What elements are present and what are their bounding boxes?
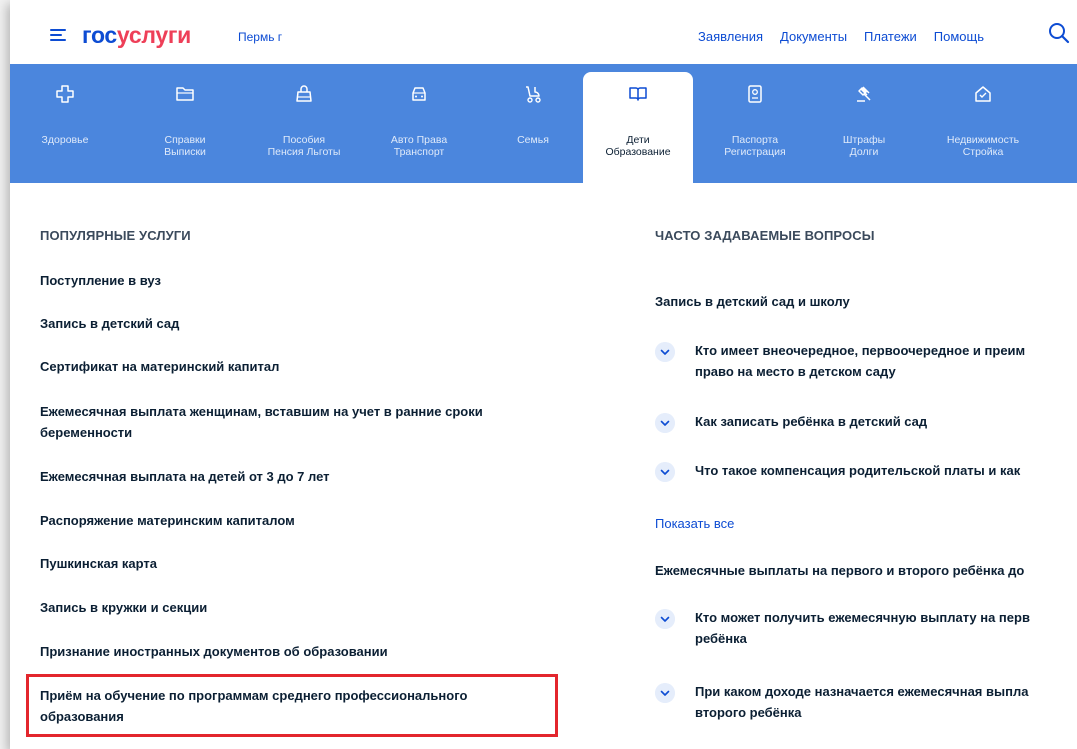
service-pregnancy-payment[interactable]: Ежемесячная выплата женщинам, вставшим н… bbox=[40, 401, 570, 443]
category-sublabel: Транспорт bbox=[393, 146, 445, 158]
top-nav: Заявления Документы Платежи Помощь bbox=[698, 29, 984, 44]
category-certificates[interactable]: Справки Выписки bbox=[130, 64, 240, 183]
service-clubs[interactable]: Запись в кружки и секции bbox=[40, 597, 570, 618]
category-fines[interactable]: Штрафы Долги bbox=[809, 64, 919, 183]
service-foreign-documents[interactable]: Признание иностранных документов об обра… bbox=[40, 641, 570, 662]
category-sublabel: Долги bbox=[849, 146, 879, 158]
stroller-icon bbox=[526, 86, 541, 103]
logo-uslugi: услуги bbox=[116, 22, 191, 48]
faq-question: Кто имеет внеочередное, первоочередное и… bbox=[695, 343, 1026, 379]
category-label: Штрафы bbox=[842, 134, 886, 146]
page: госуслуги Пермь г Заявления Документы Пл… bbox=[10, 0, 1077, 749]
show-all-link[interactable]: Показать все bbox=[655, 516, 734, 531]
house-icon bbox=[975, 86, 991, 102]
category-label: Дети bbox=[626, 134, 650, 146]
category-real-estate[interactable]: Недвижимость Стройка bbox=[928, 64, 1038, 183]
passport-icon bbox=[748, 85, 762, 103]
chevron-down-icon bbox=[655, 609, 675, 629]
faq-question: При каком доходе назначается ежемесячная… bbox=[695, 684, 1029, 720]
category-sublabel: Пенсия Льготы bbox=[267, 146, 341, 158]
folder-icon bbox=[176, 87, 194, 101]
faq-question: Что такое компенсация родительской платы… bbox=[695, 463, 1021, 478]
category-label: Пособия bbox=[282, 134, 326, 146]
nav-applications[interactable]: Заявления bbox=[698, 29, 763, 44]
chevron-down-icon bbox=[655, 342, 675, 362]
logo[interactable]: госуслуги bbox=[82, 22, 191, 49]
category-label: Недвижимость bbox=[946, 134, 1020, 146]
faq-question: Как записать ребёнка в детский сад bbox=[695, 414, 928, 429]
category-sublabel: Стройка bbox=[962, 146, 1004, 158]
category-label: Справки bbox=[164, 134, 206, 146]
header: госуслуги Пермь г Заявления Документы Пл… bbox=[10, 8, 1077, 64]
faq-group-monthly-payments[interactable]: Ежемесячные выплаты на первого и второго… bbox=[655, 563, 1024, 578]
region-selector[interactable]: Пермь г bbox=[238, 30, 282, 44]
service-child-3-7-payment[interactable]: Ежемесячная выплата на детей от 3 до 7 л… bbox=[40, 466, 570, 487]
faq-group-kindergarten[interactable]: Запись в детский сад и школу bbox=[655, 294, 850, 309]
category-label: Паспорта bbox=[731, 134, 779, 146]
category-sublabel: Образование bbox=[605, 146, 671, 158]
nav-help[interactable]: Помощь bbox=[934, 29, 984, 44]
faq-title: ЧАСТО ЗАДАВАЕМЫЕ ВОПРОСЫ bbox=[655, 228, 875, 243]
nav-payments[interactable]: Платежи bbox=[864, 29, 917, 44]
highlight-box bbox=[26, 674, 558, 737]
service-university[interactable]: Поступление в вуз bbox=[40, 270, 570, 291]
nav-documents[interactable]: Документы bbox=[780, 29, 847, 44]
category-sublabel: Выписки bbox=[164, 146, 206, 158]
service-maternity-capital[interactable]: Распоряжение материнским капиталом bbox=[40, 510, 570, 531]
gavel-icon bbox=[857, 86, 871, 102]
category-auto[interactable]: Авто Права Транспорт bbox=[364, 64, 474, 183]
service-pushkin-card[interactable]: Пушкинская карта bbox=[40, 553, 570, 574]
category-label: Авто Права bbox=[390, 134, 448, 146]
category-benefits[interactable]: Пособия Пенсия Льготы bbox=[249, 64, 359, 183]
health-cross-icon bbox=[56, 85, 74, 103]
chevron-down-icon bbox=[655, 413, 675, 433]
category-label: Семья bbox=[517, 134, 549, 146]
category-family[interactable]: Семья bbox=[478, 64, 588, 183]
book-icon bbox=[629, 87, 647, 101]
category-label: Здоровье bbox=[41, 134, 89, 146]
logo-gos: гос bbox=[82, 22, 117, 48]
category-passports[interactable]: Паспорта Регистрация bbox=[700, 64, 810, 183]
car-icon bbox=[412, 87, 426, 101]
service-kindergarten[interactable]: Запись в детский сад bbox=[40, 313, 570, 334]
chevron-down-icon bbox=[655, 683, 675, 703]
popular-services-title: ПОПУЛЯРНЫЕ УСЛУГИ bbox=[40, 228, 191, 243]
menu-icon[interactable] bbox=[50, 28, 66, 42]
category-health[interactable]: Здоровье bbox=[10, 64, 120, 183]
category-sublabel: Регистрация bbox=[724, 146, 786, 158]
wallet-icon bbox=[296, 85, 312, 102]
chevron-down-icon bbox=[655, 462, 675, 482]
service-maternity-certificate[interactable]: Сертификат на материнский капитал bbox=[40, 356, 570, 377]
faq-question: Кто может получить ежемесячную выплату н… bbox=[695, 610, 1030, 646]
category-children-education[interactable]: Дети Образование bbox=[583, 72, 693, 183]
search-icon[interactable] bbox=[1048, 22, 1070, 44]
